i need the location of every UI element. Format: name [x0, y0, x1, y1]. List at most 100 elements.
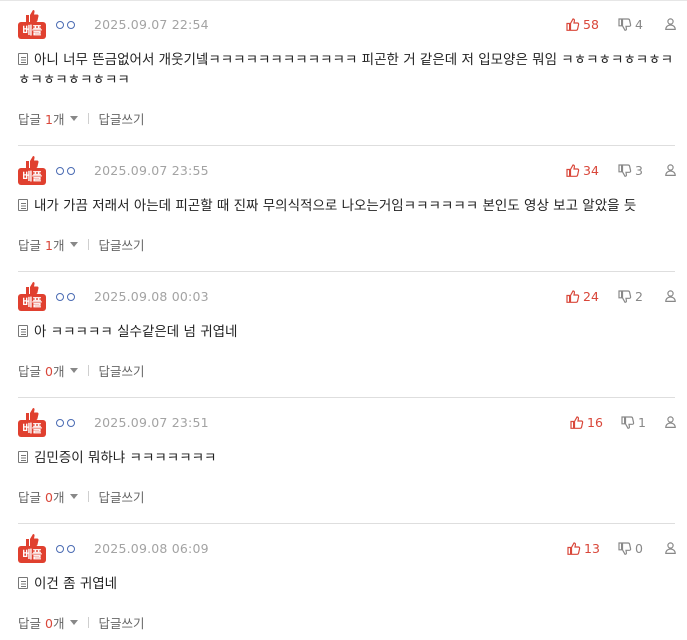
dislike-count: 0 [635, 541, 643, 556]
user-level-icon [56, 419, 78, 429]
best-label: 베플 [18, 294, 46, 311]
caret-down-icon[interactable] [70, 116, 79, 121]
thumbs-up-icon [26, 10, 39, 22]
like-icon [567, 542, 581, 555]
comment-text: 내가 가끔 저래서 아는데 피곤할 때 진짜 무의식적으로 나오는거임ㅋㅋㅋㅋㅋ… [18, 196, 675, 216]
dislike-icon [618, 290, 632, 303]
reply-count: 1 [44, 238, 53, 253]
comment-text: 아 ㅋㅋㅋㅋㅋ 실수같은데 넘 귀엽네 [18, 322, 675, 342]
write-reply-link[interactable]: 답글쓰기 [98, 613, 144, 632]
like-icon [566, 18, 580, 31]
divider [88, 239, 90, 250]
comment-date: 2025.09.07 23:51 [94, 415, 209, 430]
dislike-icon [618, 164, 632, 177]
dislike-icon [618, 542, 632, 555]
dislike-icon [618, 18, 632, 31]
reply-row: 답글 1개 답글쓰기 [18, 235, 144, 254]
comment-body: 아 ㅋㅋㅋㅋㅋ 실수같은데 넘 귀엽네 [34, 324, 238, 340]
thumbs-up-icon [26, 408, 39, 420]
caret-down-icon[interactable] [70, 494, 79, 499]
divider [88, 365, 90, 376]
reply-toggle[interactable]: 답글 0개 [18, 361, 64, 380]
user-level-icon [56, 545, 78, 555]
reply-row: 답글 0개 답글쓰기 [18, 487, 144, 506]
comment-date: 2025.09.08 06:09 [94, 541, 209, 556]
comment-item: 베플 2025.09.07 23:55 34 3 내가 가끔 저래서 아는데 피… [18, 146, 676, 272]
like-count: 34 [583, 163, 599, 178]
reply-count: 0 [44, 490, 53, 505]
divider [88, 113, 90, 124]
reply-count: 1 [44, 112, 53, 127]
thumbs-up-icon [26, 282, 39, 294]
comment-item: 베플 2025.09.07 22:54 58 4 아니 너무 뜬금없어서 개웃기… [18, 0, 676, 146]
comment-text: 아니 너무 뜬금없어서 개웃기넼ㅋㅋㅋㅋㅋㅋㅋㅋㅋㅋㅋㅋ 피곤한 거 같은데 저… [18, 50, 675, 90]
user-level-icon [56, 21, 78, 31]
best-label: 베플 [18, 168, 46, 185]
comment-date: 2025.09.08 00:03 [94, 289, 209, 304]
like-icon [566, 290, 580, 303]
comment-item: 베플 2025.09.08 06:09 13 0 이건 좀 귀엽네 답글 0개 … [18, 524, 676, 640]
comment-item: 베플 2025.09.08 00:03 24 2 아 ㅋㅋㅋㅋㅋ 실수같은데 넘… [18, 272, 676, 398]
best-comment-badge: 베플 [18, 533, 46, 563]
comment-date: 2025.09.07 22:54 [94, 17, 209, 32]
best-comment-badge: 베플 [18, 155, 46, 185]
comment-body: 이건 좀 귀엽네 [34, 576, 118, 592]
comment-item: 베플 2025.09.07 23:51 16 1 김민증이 뭐하냐 ㅋㅋㅋㅋㅋㅋ… [18, 398, 676, 524]
best-label: 베플 [18, 420, 46, 437]
thumbs-up-icon [26, 534, 39, 546]
user-report-icon[interactable] [665, 416, 676, 428]
user-report-icon[interactable] [665, 18, 676, 30]
reply-toggle[interactable]: 답글 1개 [18, 109, 64, 128]
best-comment-badge: 베플 [18, 407, 46, 437]
divider [88, 491, 90, 502]
user-report-icon[interactable] [665, 164, 676, 176]
best-label: 베플 [18, 546, 46, 563]
reply-row: 답글 1개 답글쓰기 [18, 109, 144, 128]
reply-row: 답글 0개 답글쓰기 [18, 613, 144, 632]
user-level-icon [56, 167, 78, 177]
caret-down-icon[interactable] [70, 368, 79, 373]
caret-down-icon[interactable] [70, 242, 79, 247]
memo-icon [18, 577, 28, 589]
memo-icon [18, 53, 28, 65]
like-icon [570, 416, 584, 429]
dislike-count: 2 [635, 289, 643, 304]
best-comment-badge: 베플 [18, 9, 46, 39]
dislike-count: 4 [635, 17, 643, 32]
like-count: 13 [584, 541, 600, 556]
like-icon [566, 164, 580, 177]
comment-body: 김민증이 뭐하냐 ㅋㅋㅋㅋㅋㅋㅋ [34, 450, 217, 466]
thumbs-up-icon [26, 156, 39, 168]
like-count: 58 [583, 17, 599, 32]
comment-body: 내가 가끔 저래서 아는데 피곤할 때 진짜 무의식적으로 나오는거임ㅋㅋㅋㅋㅋ… [34, 198, 637, 214]
caret-down-icon[interactable] [70, 620, 79, 625]
like-count: 24 [583, 289, 599, 304]
comment-text: 김민증이 뭐하냐 ㅋㅋㅋㅋㅋㅋㅋ [18, 448, 675, 468]
write-reply-link[interactable]: 답글쓰기 [98, 487, 144, 506]
reply-count: 0 [44, 364, 53, 379]
user-level-icon [56, 293, 78, 303]
dislike-count: 1 [638, 415, 646, 430]
write-reply-link[interactable]: 답글쓰기 [98, 109, 144, 128]
comment-body: 아니 너무 뜬금없어서 개웃기넼ㅋㅋㅋㅋㅋㅋㅋㅋㅋㅋㅋㅋ 피곤한 거 같은데 저… [18, 52, 674, 88]
reply-toggle[interactable]: 답글 0개 [18, 613, 64, 632]
write-reply-link[interactable]: 답글쓰기 [98, 235, 144, 254]
best-label: 베플 [18, 22, 46, 39]
memo-icon [18, 199, 28, 211]
best-comment-badge: 베플 [18, 281, 46, 311]
reply-toggle[interactable]: 답글 0개 [18, 487, 64, 506]
dislike-icon [621, 416, 635, 429]
comment-date: 2025.09.07 23:55 [94, 163, 209, 178]
reply-row: 답글 0개 답글쓰기 [18, 361, 144, 380]
like-count: 16 [587, 415, 603, 430]
memo-icon [18, 325, 28, 337]
reply-count: 0 [44, 616, 53, 631]
dislike-count: 3 [635, 163, 643, 178]
memo-icon [18, 451, 28, 463]
divider [88, 617, 90, 628]
user-report-icon[interactable] [665, 542, 676, 554]
comment-text: 이건 좀 귀엽네 [18, 574, 675, 594]
user-report-icon[interactable] [665, 290, 676, 302]
reply-toggle[interactable]: 답글 1개 [18, 235, 64, 254]
write-reply-link[interactable]: 답글쓰기 [98, 361, 144, 380]
